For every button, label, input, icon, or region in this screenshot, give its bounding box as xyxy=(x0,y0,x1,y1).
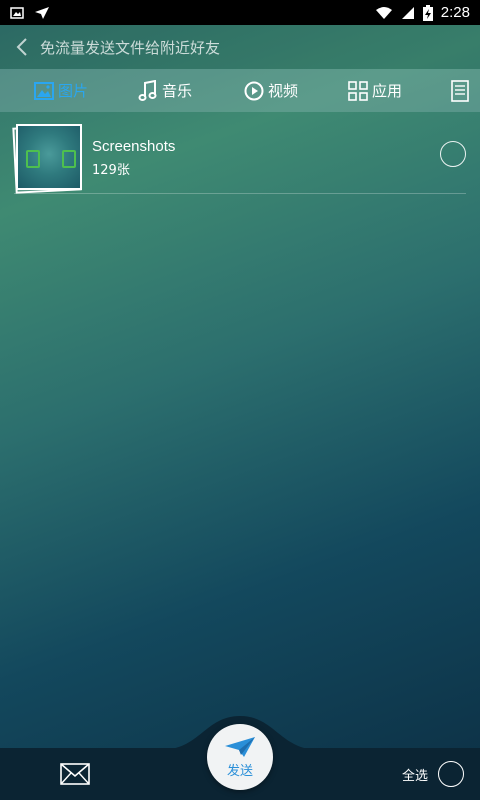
tab-documents[interactable] xyxy=(450,69,470,112)
wifi-icon xyxy=(375,6,392,19)
album-thumbnail xyxy=(12,124,82,194)
device-icon xyxy=(26,150,40,168)
message-button[interactable] xyxy=(60,763,90,785)
status-bar: 2:28 xyxy=(0,0,480,25)
album-count: 129张 xyxy=(92,163,130,178)
tab-label: 音乐 xyxy=(162,82,193,100)
list-item[interactable]: Screenshots 129张 xyxy=(12,112,466,194)
select-all-checkbox[interactable] xyxy=(438,761,465,787)
back-button[interactable] xyxy=(4,25,40,69)
grid-icon xyxy=(348,80,368,101)
status-time: 2:28 xyxy=(440,4,470,21)
image-notification-icon xyxy=(10,6,24,19)
paper-plane-icon xyxy=(225,736,255,757)
image-icon xyxy=(34,81,54,100)
album-list: Screenshots 129张 xyxy=(0,112,480,194)
play-circle-icon xyxy=(244,81,264,100)
app-notification-icon xyxy=(35,6,49,19)
battery-icon xyxy=(422,4,433,21)
signal-icon xyxy=(401,6,414,19)
category-tabs: 图片 音乐 视频 应用 xyxy=(0,69,480,112)
tab-label: 视频 xyxy=(268,82,299,100)
select-all-control[interactable]: 全选 xyxy=(402,760,465,788)
album-name: Screenshots xyxy=(92,138,176,155)
document-icon xyxy=(451,79,469,102)
thumbnail-image xyxy=(16,124,82,190)
envelope-icon xyxy=(60,763,90,785)
tab-music[interactable]: 音乐 xyxy=(132,69,198,112)
tab-label: 应用 xyxy=(372,82,403,100)
music-note-icon xyxy=(138,79,157,101)
app-bar: 免流量发送文件给附近好友 xyxy=(0,25,480,69)
send-label: 发送 xyxy=(226,763,253,779)
tab-images[interactable]: 图片 xyxy=(28,69,94,112)
tab-videos[interactable]: 视频 xyxy=(238,69,304,112)
tab-apps[interactable]: 应用 xyxy=(342,69,408,112)
send-button[interactable]: 发送 xyxy=(207,724,273,790)
tab-label: 图片 xyxy=(58,82,89,100)
chevron-left-icon xyxy=(16,38,27,56)
album-select-checkbox[interactable] xyxy=(440,141,466,167)
select-all-label: 全选 xyxy=(402,768,429,784)
device-icon xyxy=(62,150,76,168)
page-title: 免流量发送文件给附近好友 xyxy=(40,38,221,57)
